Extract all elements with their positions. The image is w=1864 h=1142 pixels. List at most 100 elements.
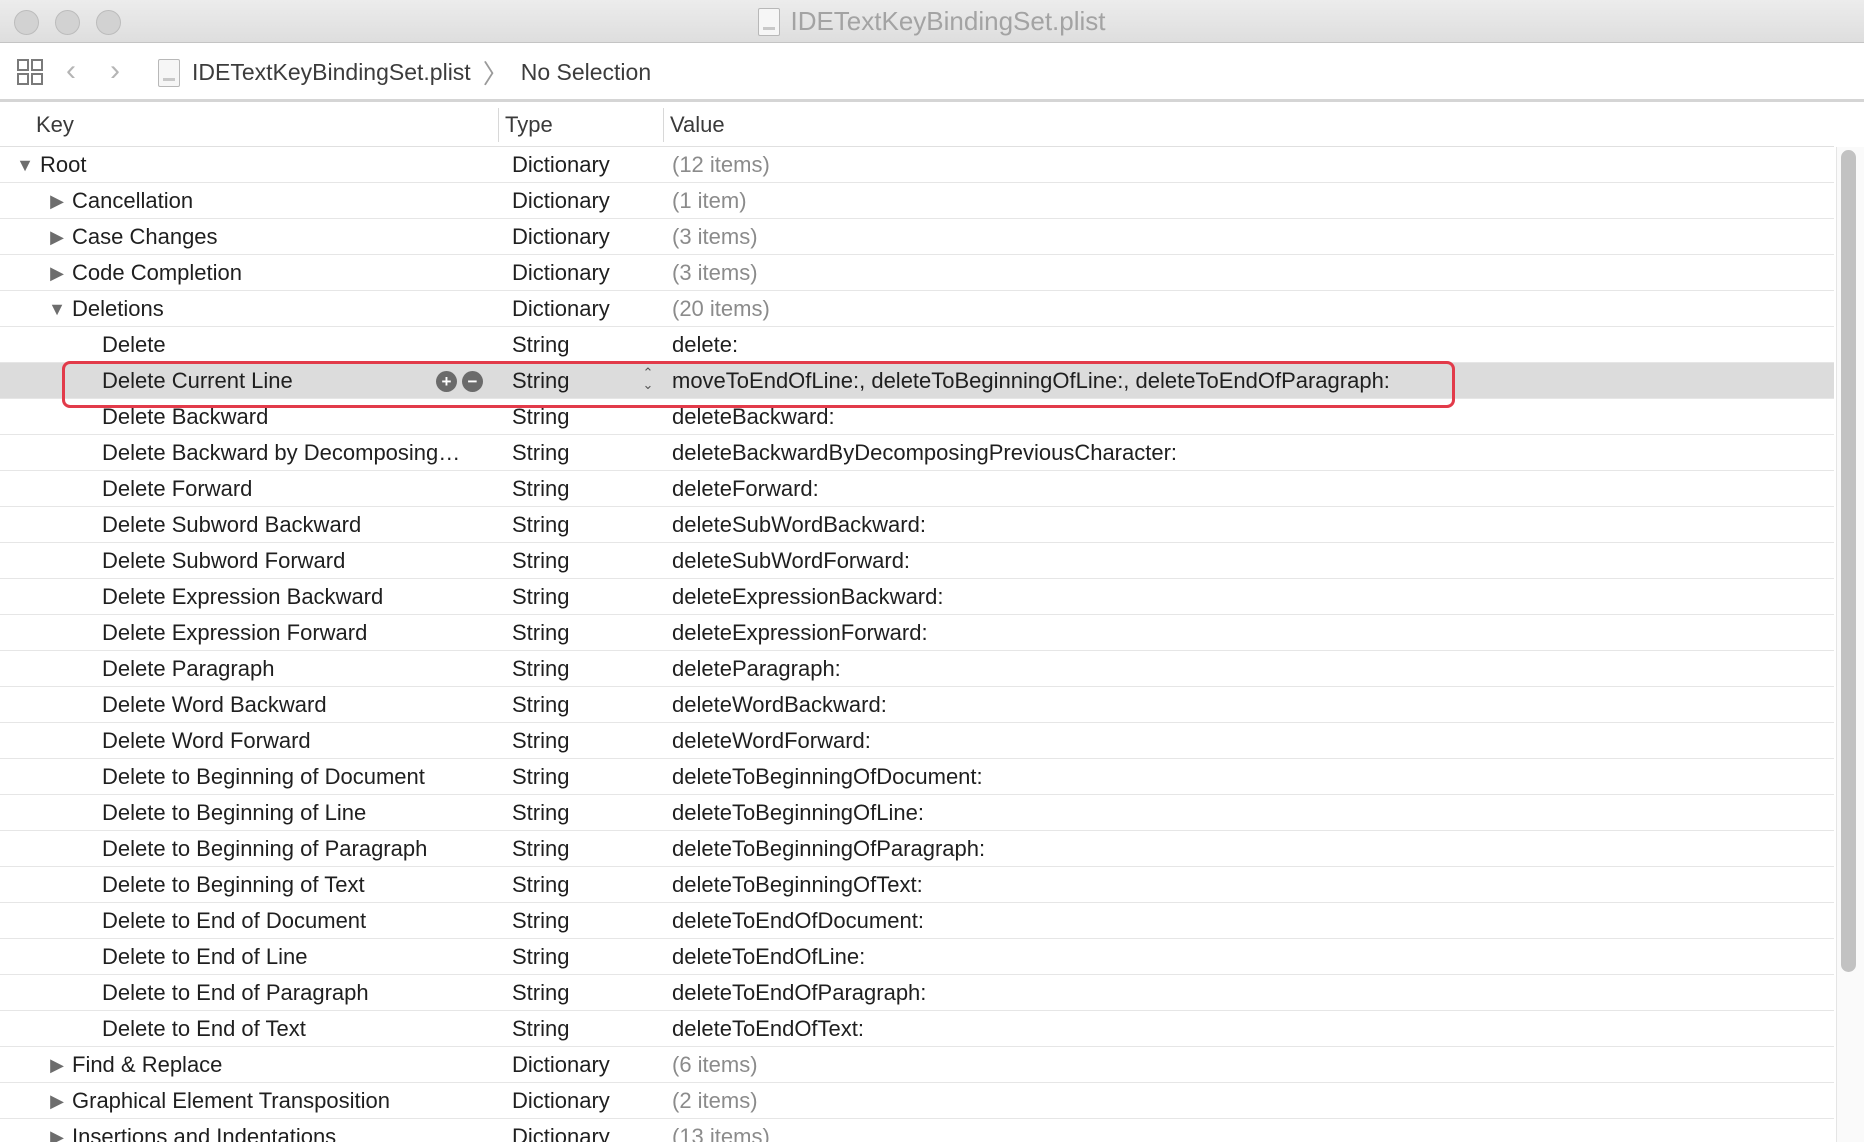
type-cell[interactable]: String	[512, 327, 662, 363]
value-cell[interactable]: deleteToBeginningOfParagraph:	[672, 831, 1822, 867]
disclosure-collapsed-icon[interactable]: ▶	[46, 191, 68, 212]
type-cell[interactable]: String	[512, 471, 662, 507]
key-cell[interactable]: ▼ Deletions	[0, 291, 495, 327]
vertical-scrollbar-thumb[interactable]	[1841, 150, 1856, 972]
type-cell[interactable]: String	[512, 435, 662, 471]
key-cell[interactable]: Delete to End of Document	[0, 903, 495, 939]
type-cell[interactable]: String	[512, 939, 662, 975]
value-cell[interactable]: deleteToBeginningOfDocument:	[672, 759, 1822, 795]
table-row[interactable]: Delete Word Forward String deleteWordForwa…	[0, 723, 1834, 759]
disclosure-collapsed-icon[interactable]: ▶	[46, 1091, 68, 1112]
table-row[interactable]: Delete Backward by Decomposing… String del…	[0, 435, 1834, 471]
value-cell[interactable]: (20 items)	[672, 291, 1822, 327]
type-cell[interactable]: String	[512, 795, 662, 831]
table-row[interactable]: Delete Expression Forward String deleteExp…	[0, 615, 1834, 651]
type-cell[interactable]: String	[512, 543, 662, 579]
key-cell[interactable]: ▶ Insertions and Indentations	[0, 1119, 495, 1142]
value-cell[interactable]: (12 items)	[672, 147, 1822, 183]
breadcrumb-file[interactable]: IDETextKeyBindingSet.plist	[192, 59, 471, 86]
table-row[interactable]: Delete Paragraph String deleteParagraph:	[0, 651, 1834, 687]
value-cell[interactable]: deleteBackward:	[672, 399, 1822, 435]
key-cell[interactable]: Delete	[0, 327, 495, 363]
key-cell[interactable]: Delete Expression Backward	[0, 579, 495, 615]
table-row[interactable]: ▼ Deletions Dictionary (20 items)	[0, 291, 1834, 327]
back-chevron-icon[interactable]: ‹	[66, 56, 76, 86]
column-header-type[interactable]: Type	[505, 102, 553, 147]
value-cell[interactable]: (3 items)	[672, 255, 1822, 291]
table-row[interactable]: Delete to End of Paragraph String deleteTo…	[0, 975, 1834, 1011]
disclosure-collapsed-icon[interactable]: ▶	[46, 227, 68, 248]
table-row[interactable]: ▶ Insertions and Indentations Dictionary (1…	[0, 1119, 1834, 1142]
value-cell[interactable]: deleteParagraph:	[672, 651, 1822, 687]
key-cell[interactable]: ▶ Cancellation	[0, 183, 495, 219]
type-cell[interactable]: Dictionary	[512, 183, 662, 219]
disclosure-collapsed-icon[interactable]: ▶	[46, 1127, 68, 1142]
type-cell[interactable]: Dictionary	[512, 219, 662, 255]
type-cell[interactable]: String	[512, 831, 662, 867]
key-cell[interactable]: Delete Subword Forward	[0, 543, 495, 579]
disclosure-expanded-icon[interactable]: ▼	[46, 299, 68, 320]
key-cell[interactable]: Delete Paragraph	[0, 651, 495, 687]
disclosure-collapsed-icon[interactable]: ▶	[46, 263, 68, 284]
value-cell[interactable]: deleteExpressionForward:	[672, 615, 1822, 651]
key-cell[interactable]: Delete Word Forward	[0, 723, 495, 759]
value-cell[interactable]: deleteExpressionBackward:	[672, 579, 1822, 615]
table-row[interactable]: Delete to Beginning of Document String del…	[0, 759, 1834, 795]
type-cell[interactable]: String	[512, 687, 662, 723]
key-cell[interactable]: Delete Forward	[0, 471, 495, 507]
type-cell[interactable]: String	[512, 903, 662, 939]
column-divider[interactable]	[663, 108, 664, 142]
table-row[interactable]: ▶ Code Completion Dictionary (3 items)	[0, 255, 1834, 291]
value-cell[interactable]: deleteToEndOfParagraph:	[672, 975, 1822, 1011]
type-cell[interactable]: Dictionary	[512, 291, 662, 327]
key-cell[interactable]: ▶ Code Completion	[0, 255, 495, 291]
value-cell[interactable]: deleteSubWordBackward:	[672, 507, 1822, 543]
type-cell[interactable]: Dictionary	[512, 1047, 662, 1083]
table-row[interactable]: ▶ Graphical Element Transposition Dictiona…	[0, 1083, 1834, 1119]
related-items-grid-icon[interactable]	[16, 58, 44, 86]
type-cell[interactable]: String	[512, 1011, 662, 1047]
table-row[interactable]: Delete String delete:	[0, 327, 1834, 363]
key-cell[interactable]: ▶ Case Changes	[0, 219, 495, 255]
table-row[interactable]: Delete Current Line + − String ⌃ ⌄ moveToEndOf…	[0, 363, 1834, 399]
type-cell[interactable]: Dictionary	[512, 255, 662, 291]
key-cell[interactable]: Delete Expression Forward	[0, 615, 495, 651]
value-cell[interactable]: deleteToEndOfDocument:	[672, 903, 1822, 939]
key-cell[interactable]: Delete to End of Paragraph	[0, 975, 495, 1011]
table-row[interactable]: Delete to End of Document String deleteToE…	[0, 903, 1834, 939]
key-cell[interactable]: Delete to End of Line	[0, 939, 495, 975]
value-cell[interactable]: deleteBackwardByDecomposingPreviousChara…	[672, 435, 1822, 471]
value-cell[interactable]: deleteToEndOfLine:	[672, 939, 1822, 975]
value-cell[interactable]: deleteToBeginningOfLine:	[672, 795, 1822, 831]
type-cell[interactable]: String	[512, 723, 662, 759]
key-cell[interactable]: Delete to Beginning of Paragraph	[0, 831, 495, 867]
table-row[interactable]: Delete to Beginning of Text String deleteT…	[0, 867, 1834, 903]
disclosure-collapsed-icon[interactable]: ▶	[46, 1055, 68, 1076]
key-cell[interactable]: ▶ Find & Replace	[0, 1047, 495, 1083]
key-cell[interactable]: Delete Word Backward	[0, 687, 495, 723]
type-cell[interactable]: String	[512, 615, 662, 651]
column-header-key[interactable]: Key	[36, 102, 74, 147]
value-cell[interactable]: deleteWordBackward:	[672, 687, 1822, 723]
key-cell[interactable]: Delete to Beginning of Text	[0, 867, 495, 903]
value-cell[interactable]: (2 items)	[672, 1083, 1822, 1119]
value-cell[interactable]: deleteToBeginningOfText:	[672, 867, 1822, 903]
key-cell[interactable]: ▶ Graphical Element Transposition	[0, 1083, 495, 1119]
table-row[interactable]: Delete Backward String deleteBackward:	[0, 399, 1834, 435]
column-header-value[interactable]: Value	[670, 102, 725, 147]
key-cell[interactable]: Delete to End of Text	[0, 1011, 495, 1047]
table-row[interactable]: Delete to Beginning of Paragraph String de…	[0, 831, 1834, 867]
type-cell[interactable]: String	[512, 507, 662, 543]
table-row[interactable]: Delete Expression Backward String deleteEx…	[0, 579, 1834, 615]
key-cell[interactable]: Delete Backward	[0, 399, 495, 435]
table-row[interactable]: Delete Word Backward String deleteWordBack…	[0, 687, 1834, 723]
type-cell[interactable]: Dictionary	[512, 147, 662, 183]
forward-chevron-icon[interactable]: ›	[110, 56, 120, 86]
table-row[interactable]: Delete Subword Backward String deleteSubWo…	[0, 507, 1834, 543]
table-row[interactable]: Delete Subword Forward String deleteSubWor…	[0, 543, 1834, 579]
value-cell[interactable]: (6 items)	[672, 1047, 1822, 1083]
remove-row-icon[interactable]: −	[462, 371, 483, 392]
value-cell[interactable]: deleteWordForward:	[672, 723, 1822, 759]
add-row-icon[interactable]: +	[436, 371, 457, 392]
table-row[interactable]: Delete to End of Text String deleteToEndOf…	[0, 1011, 1834, 1047]
